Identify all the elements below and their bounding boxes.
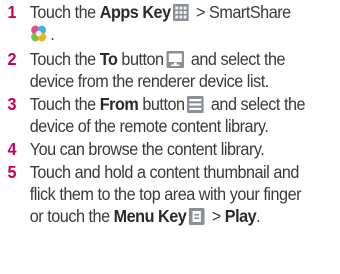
step-text-line: or touch the Menu Key > Play. xyxy=(29,205,261,228)
step-text-line: Touch the To button and select the xyxy=(29,48,286,71)
step-text: . xyxy=(256,206,261,226)
step-text: button xyxy=(117,49,164,69)
step-text-line: You can browse the content library. xyxy=(30,138,265,161)
to-button-label: To xyxy=(99,49,118,69)
step-text-line: flick them to the top area with your fin… xyxy=(29,183,302,206)
step-text: Touch the xyxy=(29,2,100,22)
step-text: Touch the xyxy=(29,94,100,114)
from-button-label: From xyxy=(99,94,139,114)
step-text-line: Touch the Apps Key > SmartShare xyxy=(30,1,291,24)
step-number: 2 xyxy=(7,49,16,69)
apps-grid-icon xyxy=(173,4,190,21)
content-list-icon xyxy=(187,96,205,113)
step-text: > SmartShare xyxy=(192,2,291,22)
step-text: > xyxy=(207,206,225,226)
step-number: 1 xyxy=(7,2,16,22)
apps-key-label: Apps Key xyxy=(99,2,171,22)
step-text: device from the renderer device list. xyxy=(29,71,269,91)
step-text-line: Touch and hold a content thumbnail and xyxy=(29,161,300,184)
step-number: 5 xyxy=(7,162,16,182)
step-text: and select the xyxy=(206,94,306,114)
step-text-line: device of the remote content library. xyxy=(30,115,269,138)
smartshare-app-icon xyxy=(30,24,48,43)
step-text-line: . xyxy=(30,23,55,46)
play-label: Play xyxy=(224,206,257,226)
smartshare-instructions: 1 Touch the Apps Key > SmartShare . 2 To… xyxy=(0,0,340,274)
step-text: device of the remote content library. xyxy=(29,116,269,136)
step-text: or touch the xyxy=(29,206,114,226)
menu-key-icon xyxy=(189,208,205,225)
step-text-line: Touch the From button and select the xyxy=(29,93,306,116)
step-number: 3 xyxy=(7,94,16,114)
step-text: flick them to the top area with your fin… xyxy=(29,184,302,204)
step-text: You can browse the content library. xyxy=(29,139,265,159)
step-text: Touch and hold a content thumbnail and xyxy=(29,162,300,182)
step-number: 4 xyxy=(7,139,16,159)
step-text: Touch the xyxy=(29,49,100,69)
step-text: button xyxy=(138,94,185,114)
menu-key-label: Menu Key xyxy=(113,206,187,226)
step-text: . xyxy=(50,24,55,44)
step-text: and select the xyxy=(186,49,286,69)
monitor-icon xyxy=(166,51,185,68)
step-text-line: device from the renderer device list. xyxy=(30,70,269,93)
